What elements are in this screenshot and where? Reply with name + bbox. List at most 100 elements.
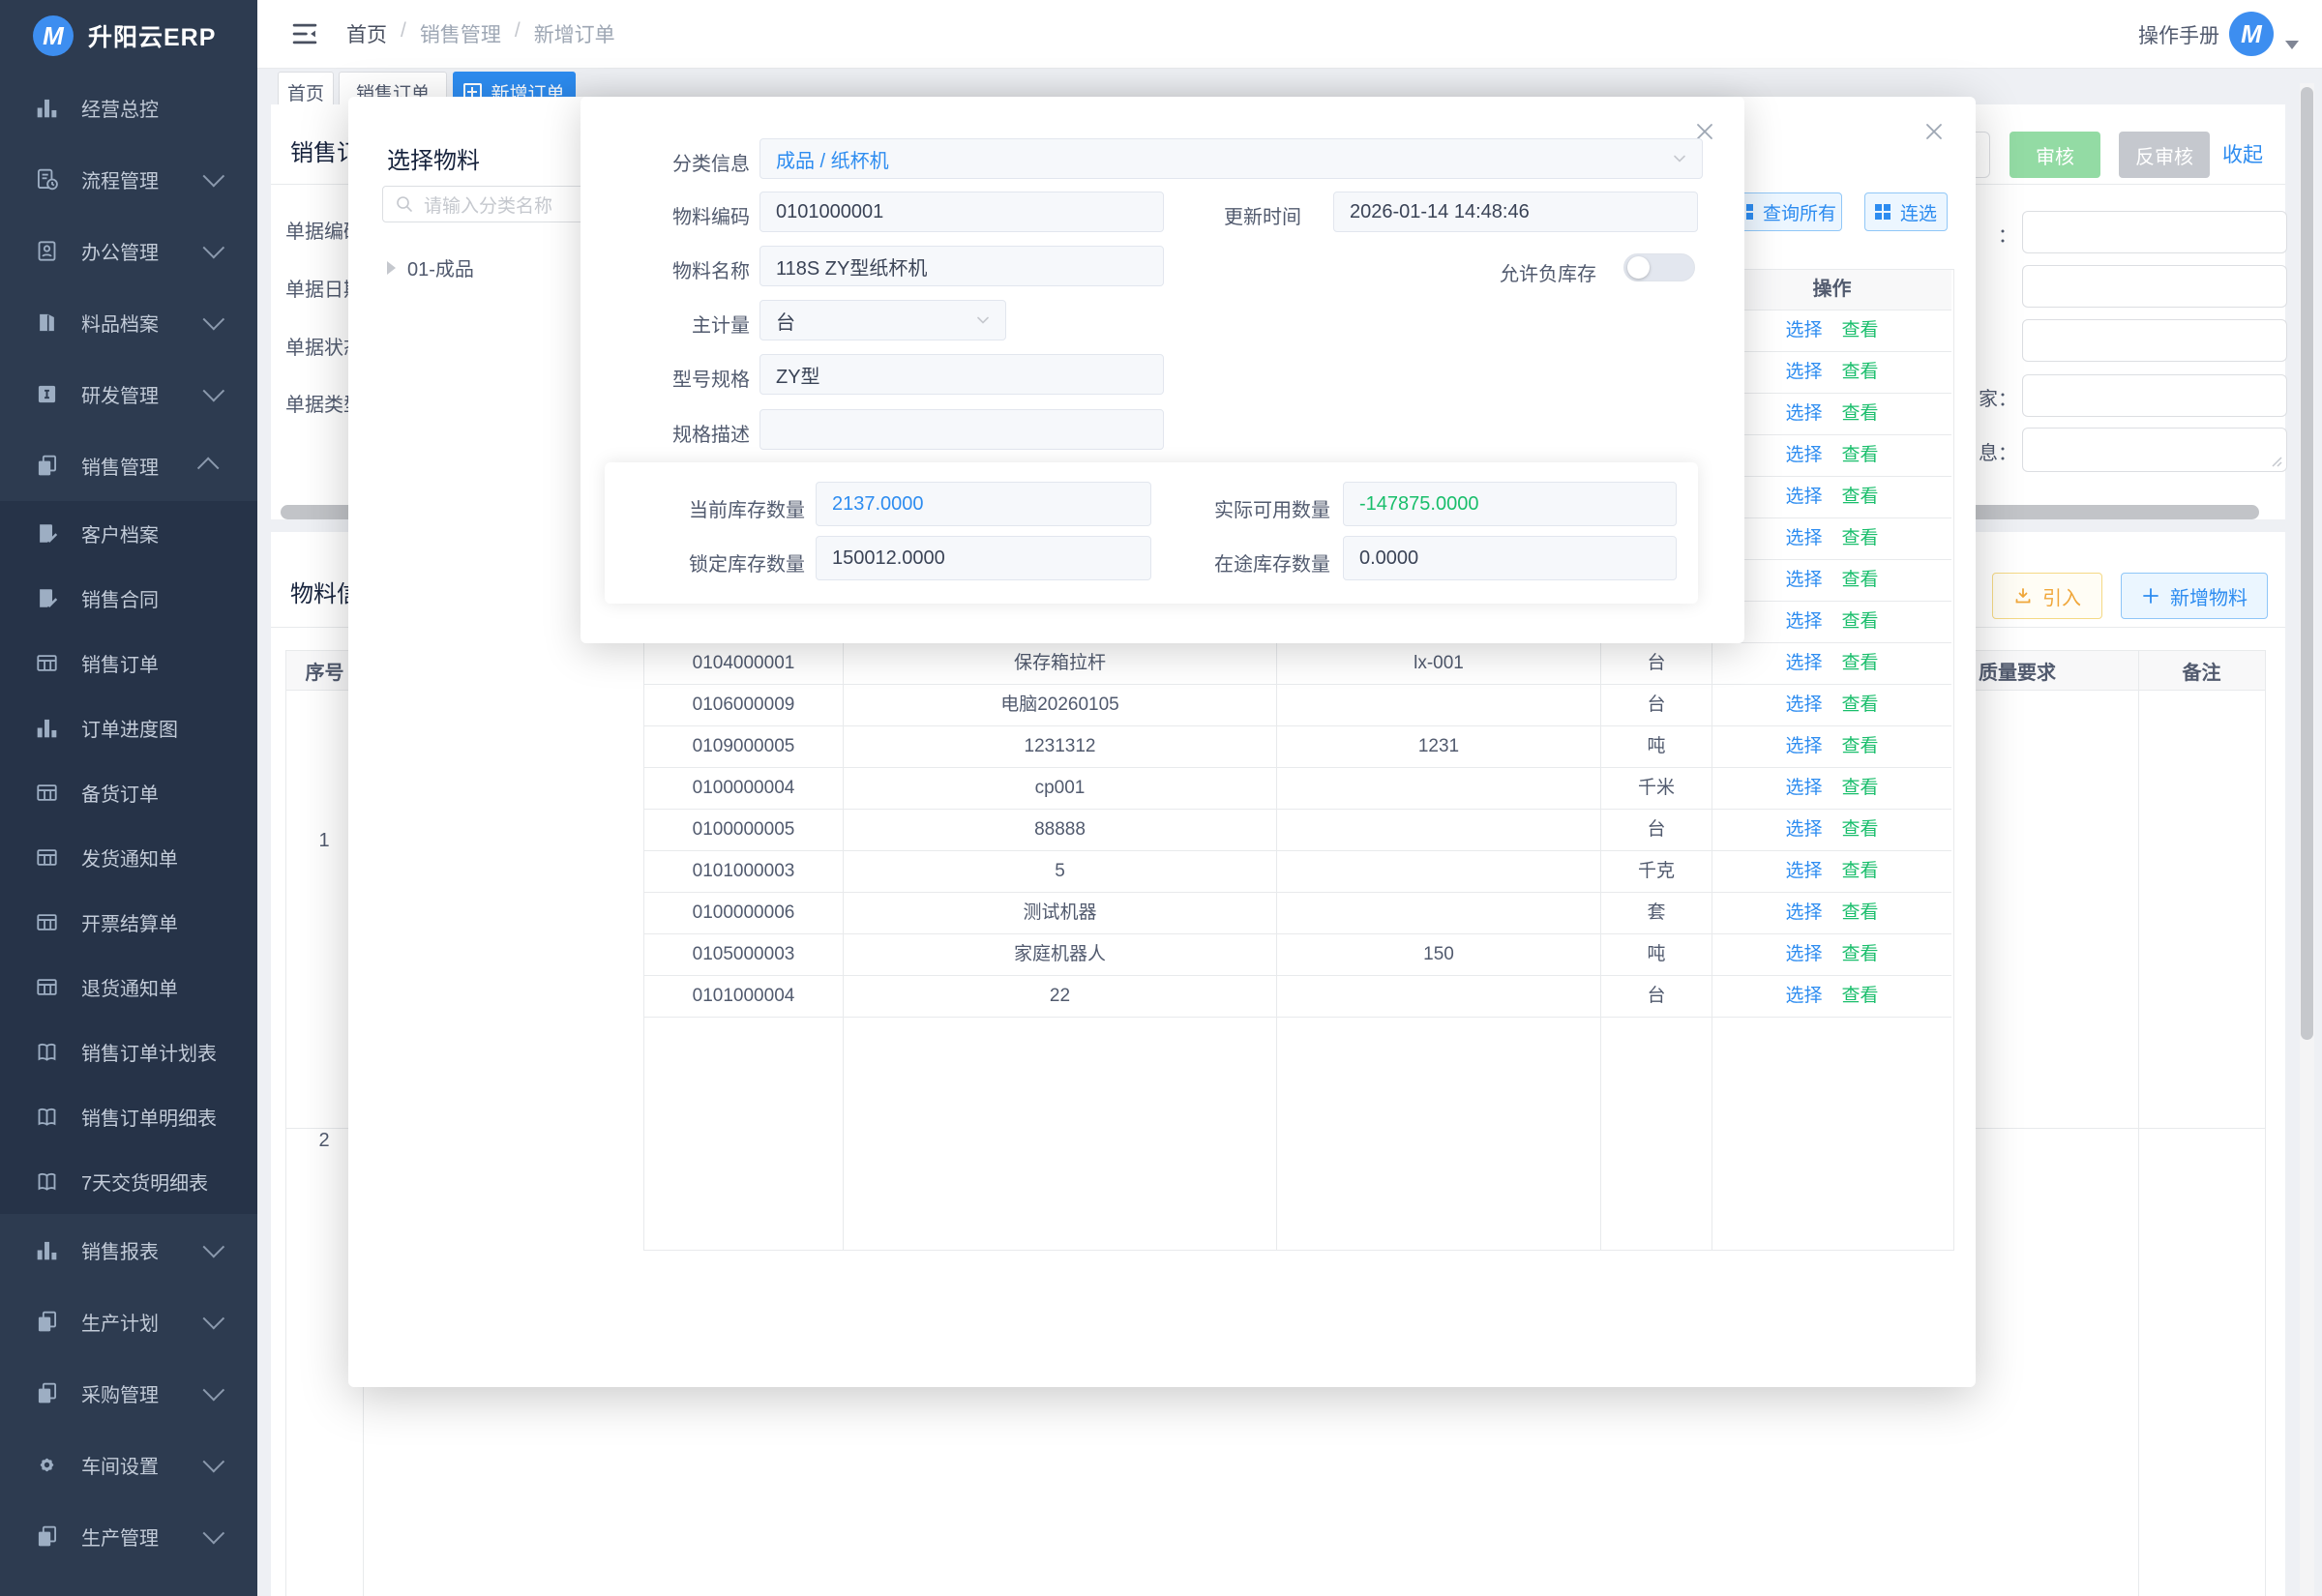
view-link[interactable]: 查看 <box>1842 653 1879 673</box>
select-link[interactable]: 选择 <box>1785 653 1822 673</box>
view-link[interactable]: 查看 <box>1842 528 1879 548</box>
unit-select[interactable]: 台 <box>759 300 1006 340</box>
sidebar-item[interactable]: 销售管理 <box>0 429 257 501</box>
select-link[interactable]: 选择 <box>1785 944 1822 964</box>
view-link[interactable]: 查看 <box>1842 695 1879 715</box>
view-link[interactable]: 查看 <box>1842 445 1879 465</box>
sidebar-item[interactable]: 备货订单 <box>0 760 257 825</box>
tree-node-finished-goods[interactable]: 01-成品 <box>387 253 474 281</box>
table-cell-actions: 选择查看 <box>1712 726 1951 768</box>
breadcrumb-home[interactable]: 首页 <box>346 19 387 48</box>
select-link[interactable]: 选择 <box>1785 736 1822 756</box>
select-link[interactable]: 选择 <box>1785 528 1822 548</box>
sidebar-item[interactable]: 生产管理 <box>0 1500 257 1572</box>
select-link[interactable]: 选择 <box>1785 819 1822 840</box>
sidebar-item[interactable]: 开票结算单 <box>0 890 257 955</box>
sidebar-item[interactable]: 料品档案 <box>0 286 257 358</box>
sidebar-item[interactable]: 销售订单明细表 <box>0 1084 257 1149</box>
sidebar-item[interactable]: 生产计划 <box>0 1286 257 1357</box>
sidebar-item[interactable]: 7天交货明细表 <box>0 1149 257 1214</box>
multi-select-button[interactable]: 连选 <box>1864 192 1948 231</box>
select-link[interactable]: 选择 <box>1785 570 1822 590</box>
category-select[interactable]: 成品 / 纸杯机 <box>759 138 1703 179</box>
sidebar-item[interactable]: 办公管理 <box>0 215 257 286</box>
sidebar-item[interactable]: 加工车间 <box>0 1572 257 1596</box>
transit-stock-input[interactable]: 0.0000 <box>1343 536 1677 580</box>
topbar: 首页 / 销售管理 / 新增订单 操作手册 M <box>257 0 2322 69</box>
updated-input[interactable]: 2026-01-14 14:48:46 <box>1333 192 1698 232</box>
select-link[interactable]: 选择 <box>1785 695 1822 715</box>
model-input[interactable]: ZY型 <box>759 354 1164 395</box>
plus-icon <box>2141 586 2160 606</box>
import-button[interactable]: 引入 <box>1992 573 2102 619</box>
archive-icon <box>33 309 60 336</box>
view-link[interactable]: 查看 <box>1842 778 1879 798</box>
sidebar-item[interactable]: 订单进度图 <box>0 695 257 760</box>
form-input[interactable] <box>2022 265 2287 308</box>
sidebar-collapse-icon[interactable] <box>290 19 319 48</box>
collapse-link[interactable]: 收起 <box>2222 139 2263 168</box>
view-link[interactable]: 查看 <box>1842 944 1879 964</box>
sidebar-item[interactable]: 客户档案 <box>0 501 257 566</box>
sidebar-item[interactable]: 销售订单计划表 <box>0 1020 257 1084</box>
form-textarea[interactable] <box>2022 428 2287 472</box>
select-link[interactable]: 选择 <box>1785 362 1822 382</box>
select-link[interactable]: 选择 <box>1785 403 1822 424</box>
form-input[interactable] <box>2022 319 2287 362</box>
select-link[interactable]: 选择 <box>1785 902 1822 923</box>
select-link[interactable]: 选择 <box>1785 986 1822 1006</box>
add-material-button[interactable]: 新增物料 <box>2121 573 2268 619</box>
sidebar-item[interactable]: 经营总控 <box>0 72 257 143</box>
select-link[interactable]: 选择 <box>1785 487 1822 507</box>
resize-handle-icon[interactable] <box>2270 455 2283 468</box>
form-input[interactable] <box>2022 211 2287 253</box>
chevron-down-icon[interactable] <box>2285 41 2299 49</box>
sidebar-item[interactable]: 流程管理 <box>0 143 257 215</box>
vertical-scrollbar-thumb[interactable] <box>2301 87 2313 1040</box>
view-link[interactable]: 查看 <box>1842 902 1879 923</box>
code-input[interactable]: 0101000001 <box>759 192 1164 232</box>
select-link[interactable]: 选择 <box>1785 445 1822 465</box>
manual-link[interactable]: 操作手册 <box>2138 20 2219 49</box>
sidebar-item[interactable]: 发货通知单 <box>0 825 257 890</box>
view-link[interactable]: 查看 <box>1842 611 1879 632</box>
breadcrumb-sales[interactable]: 销售管理 <box>420 19 501 48</box>
view-link[interactable]: 查看 <box>1842 320 1879 340</box>
copy-icon <box>33 1379 60 1406</box>
current-stock-input[interactable]: 2137.0000 <box>816 482 1151 526</box>
sidebar-item[interactable]: 采购管理 <box>0 1357 257 1429</box>
sidebar-item[interactable]: 销售订单 <box>0 631 257 695</box>
view-link[interactable]: 查看 <box>1842 736 1879 756</box>
locked-stock-input[interactable]: 150012.0000 <box>816 536 1151 580</box>
select-link[interactable]: 选择 <box>1785 611 1822 632</box>
name-input[interactable]: 118S ZY型纸杯机 <box>759 246 1164 286</box>
select-link[interactable]: 选择 <box>1785 778 1822 798</box>
close-icon[interactable] <box>1920 118 1948 145</box>
sidebar-item[interactable]: 销售合同 <box>0 566 257 631</box>
sidebar-item[interactable]: 销售报表 <box>0 1214 257 1286</box>
chevron-right-icon[interactable] <box>387 261 396 275</box>
view-link[interactable]: 查看 <box>1842 986 1879 1006</box>
sidebar-item[interactable]: 退货通知单 <box>0 955 257 1020</box>
audit-button[interactable]: 审核 <box>2009 132 2100 178</box>
form-input[interactable] <box>2022 374 2287 417</box>
available-stock-input[interactable]: -147875.0000 <box>1343 482 1677 526</box>
neg-stock-toggle[interactable] <box>1623 253 1695 281</box>
sidebar-item-label: 料品档案 <box>81 309 203 337</box>
view-link[interactable]: 查看 <box>1842 487 1879 507</box>
table-cell-unit: 吨 <box>1601 934 1712 976</box>
select-link[interactable]: 选择 <box>1785 861 1822 881</box>
view-link[interactable]: 查看 <box>1842 819 1879 840</box>
avatar[interactable]: M <box>2229 12 2274 56</box>
view-link[interactable]: 查看 <box>1842 362 1879 382</box>
sidebar-item[interactable]: 车间设置 <box>0 1429 257 1500</box>
view-link[interactable]: 查看 <box>1842 861 1879 881</box>
select-link[interactable]: 选择 <box>1785 320 1822 340</box>
unaudit-button[interactable]: 反审核 <box>2119 132 2210 178</box>
name-label: 物料名称 <box>556 255 750 283</box>
view-link[interactable]: 查看 <box>1842 403 1879 424</box>
view-link[interactable]: 查看 <box>1842 570 1879 590</box>
spec-input[interactable] <box>759 409 1164 450</box>
sidebar-item[interactable]: 研发管理 <box>0 358 257 429</box>
query-all-button[interactable]: 查询所有 <box>1732 192 1842 231</box>
